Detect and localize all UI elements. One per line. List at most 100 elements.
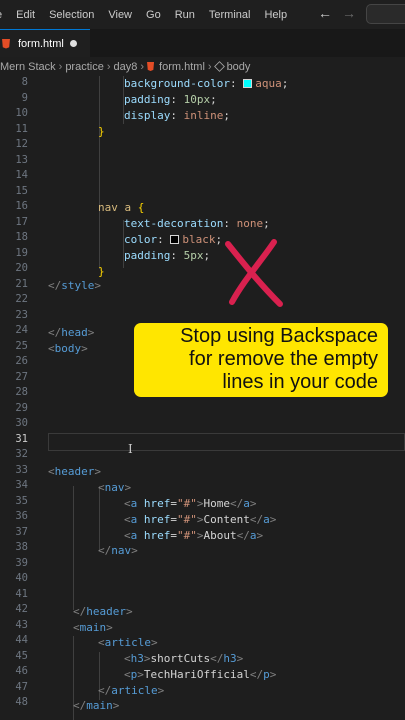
chevron-right-icon: › [58, 60, 63, 73]
code-line-16: text-decoration: none; [124, 217, 270, 230]
indent-guide [99, 76, 100, 269]
code-line-22: </head> [48, 326, 95, 339]
breadcrumb: Mern Stack › practice › day8 › form.html… [0, 57, 405, 76]
line-number: 8 [21, 76, 28, 88]
line-number: 30 [15, 417, 28, 429]
html5-icon [2, 38, 10, 49]
line-number: 24 [15, 324, 28, 336]
breadcrumb-form-html[interactable]: form.html [159, 61, 205, 73]
line-number: 29 [15, 402, 28, 414]
line-number: 16 [15, 200, 28, 212]
line-number: 40 [15, 572, 28, 584]
breadcrumb-practice[interactable]: practice [65, 61, 104, 73]
line-number: 43 [15, 619, 28, 631]
line-number: 38 [15, 541, 28, 553]
line-number: 10 [15, 107, 28, 119]
code-editor[interactable]: 8 9 10 11 12 13 14 15 16 17 18 19 20 21 22 23 24 25 26 27 28… [0, 76, 405, 720]
line-number: 12 [15, 138, 28, 150]
code-line-45: <h3>shortCuts</h3> [124, 652, 244, 665]
code-line-46: <p>TechHariOfficial</p> [124, 668, 277, 681]
line-number: 14 [15, 169, 28, 181]
line-number: 23 [15, 309, 28, 321]
menu-help[interactable]: Help [257, 9, 294, 21]
line-number: 32 [15, 448, 28, 460]
code-line-8: background-color: aqua; [124, 77, 289, 90]
menu-run[interactable]: Run [168, 9, 202, 21]
caption-text: Stop using Backspace for remove the empt… [180, 325, 378, 393]
code-line-33: <nav> [98, 481, 132, 494]
line-number: 18 [15, 231, 28, 243]
code-line-36: <a href="#">About</a> [124, 529, 264, 542]
line-number: 47 [15, 681, 28, 693]
line-number: 45 [15, 650, 28, 662]
arrow-left-icon[interactable]: ← [318, 5, 332, 21]
line-number: 9 [21, 92, 28, 104]
menu-bar: e Edit Selection View Go Run Terminal He… [0, 0, 405, 29]
line-number: 33 [15, 464, 28, 476]
line-number: 21 [15, 278, 28, 290]
menu-terminal[interactable]: Terminal [202, 9, 258, 21]
code-line-10: display: inline; [124, 109, 230, 122]
code-line-18: padding: 5px; [124, 249, 211, 262]
menu-go[interactable]: Go [139, 9, 168, 21]
line-number: 42 [15, 603, 28, 615]
code-line-11: } [98, 125, 105, 138]
caption-box: Stop using Backspace for remove the empt… [134, 323, 388, 397]
code-line-42: </header> [73, 605, 133, 618]
html5-icon [147, 62, 155, 71]
line-number: 39 [15, 557, 28, 569]
line-number: 28 [15, 386, 28, 398]
code-line-34: <a href="#">Home</a> [124, 497, 257, 510]
tab-form-html[interactable]: form.html [0, 29, 90, 57]
line-number-gutter: 8 9 10 11 12 13 14 15 16 17 18 19 20 21 22 23 24 25 26 27 28… [0, 76, 30, 720]
code-area[interactable]: background-color: aqua; padding: 10px; d… [48, 76, 405, 720]
code-line-32: <header> [48, 465, 101, 478]
line-number: 22 [15, 293, 28, 305]
line-number: 48 [15, 696, 28, 708]
chevron-right-icon: › [207, 60, 212, 73]
unsaved-dot-icon[interactable] [69, 40, 77, 47]
line-number: 25 [15, 340, 28, 352]
element-cube-icon [213, 61, 225, 72]
color-swatch-black[interactable] [170, 235, 180, 244]
menu-view[interactable]: View [101, 9, 139, 21]
tab-title: form.html [18, 37, 64, 50]
line-number: 44 [15, 634, 28, 646]
line-number: 31 [15, 433, 28, 445]
line-number: 36 [15, 510, 28, 522]
code-line-20: </style> [48, 279, 101, 292]
breadcrumb-day8[interactable]: day8 [114, 61, 138, 73]
chevron-right-icon: › [140, 60, 145, 73]
line-number: 27 [15, 371, 28, 383]
color-swatch-aqua[interactable] [243, 79, 253, 88]
chevron-right-icon: › [106, 60, 111, 73]
code-line-17: color: black; [124, 233, 223, 246]
code-line-47: </article> [98, 684, 165, 697]
line-number: 35 [15, 495, 28, 507]
line-number: 37 [15, 526, 28, 538]
arrow-right-icon[interactable]: → [342, 5, 356, 21]
menu-selection[interactable]: Selection [42, 9, 101, 21]
code-line-15: nav a { [98, 201, 145, 214]
code-line-9: padding: 10px; [124, 93, 217, 106]
line-number: 17 [15, 216, 28, 228]
line-number: 34 [15, 479, 28, 491]
line-number: 46 [15, 665, 28, 677]
line-number: 20 [15, 262, 28, 274]
code-line-43: <main> [73, 621, 113, 634]
breadcrumb-mern-stack[interactable]: Mern Stack [0, 61, 56, 73]
code-line-44: <article> [98, 636, 158, 649]
indent-guide [73, 486, 74, 610]
code-line-48: </main> [73, 699, 120, 712]
breadcrumb-body[interactable]: body [227, 61, 251, 73]
line-number: 41 [15, 588, 28, 600]
line-number: 11 [15, 123, 28, 135]
editor-tab-bar: form.html [0, 29, 405, 57]
line-number: 13 [15, 154, 28, 166]
line-number: 19 [15, 247, 28, 259]
menu-file[interactable]: e [0, 9, 9, 21]
line-number: 15 [15, 185, 28, 197]
command-center-search[interactable] [366, 4, 405, 24]
menu-edit[interactable]: Edit [9, 9, 42, 21]
line-number: 26 [15, 355, 28, 367]
